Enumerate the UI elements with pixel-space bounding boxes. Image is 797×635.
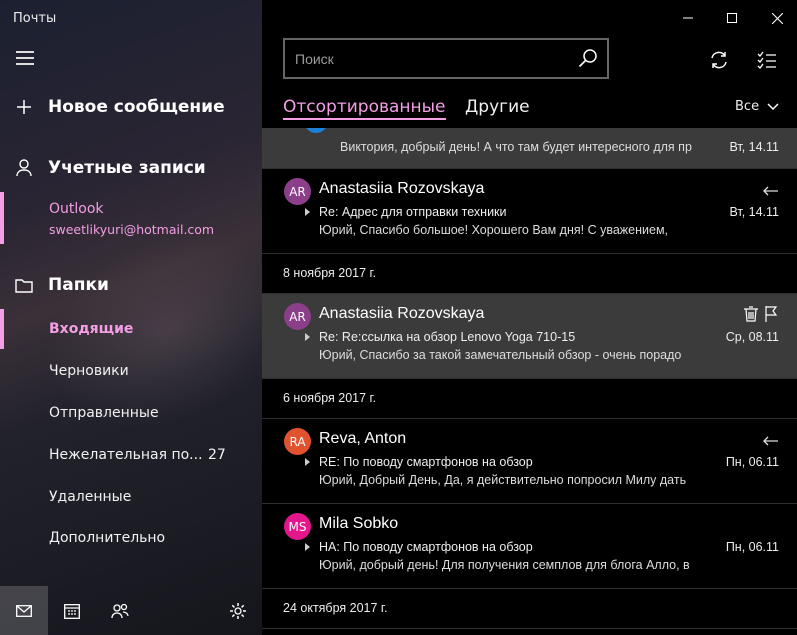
search-box: [283, 38, 609, 79]
mail-icon: [16, 604, 32, 617]
message-subject: HA: По поводу смартфонов на обзор: [305, 540, 533, 554]
message-sender: Anastasiia Rozovskaya: [319, 305, 485, 322]
message-item[interactable]: AR Anastasiia Rozovskaya Re: Адрес для о…: [262, 169, 797, 254]
maximize-icon: [727, 13, 737, 23]
folder-selected-indicator: [0, 309, 4, 349]
app-title: Почты: [13, 11, 57, 26]
avatar: RA: [284, 428, 311, 455]
folder-more[interactable]: Дополнительно: [49, 530, 165, 546]
message-item[interactable]: Виктория, добрый день! А что там будет и…: [262, 128, 797, 169]
trash-icon: [744, 306, 758, 322]
message-preview: Юрий, Спасибо за такой замечательный обз…: [319, 348, 682, 362]
message-item[interactable]: AR Anastasiia Rozovskaya Re: Re:ссылка н…: [262, 294, 797, 379]
flag-button[interactable]: [765, 306, 778, 326]
close-button[interactable]: [762, 8, 792, 28]
plus-icon: [0, 99, 48, 115]
message-item[interactable]: RA Reva, Anton RE: По поводу смартфонов …: [262, 419, 797, 504]
minimize-icon: [683, 17, 693, 19]
search-button[interactable]: [578, 48, 598, 72]
message-preview: Виктория, добрый день! А что там будет и…: [340, 140, 692, 154]
folder-icon: [0, 278, 48, 293]
hamburger-menu-icon[interactable]: [16, 51, 34, 65]
new-message-label: Новое сообщение: [48, 97, 225, 117]
message-preview: Юрий, Спасибо большое! Хорошего Вам дня!…: [319, 223, 669, 237]
message-subject: Re: Адрес для отправки техники: [305, 205, 507, 219]
avatar: MS: [284, 513, 311, 540]
gear-icon: [230, 602, 246, 619]
message-date: Ср, 08.11: [725, 330, 779, 344]
folder-deleted[interactable]: Удаленные: [49, 489, 131, 505]
flag-icon: [765, 306, 778, 322]
calendar-icon: [64, 603, 80, 619]
tab-other[interactable]: Другие: [465, 97, 530, 117]
message-list: Виктория, добрый день! А что там будет и…: [262, 128, 797, 635]
avatar: AR: [284, 178, 311, 205]
date-group-header: 8 ноября 2017 г.: [262, 254, 797, 294]
folders-label: Папки: [48, 275, 109, 295]
message-date: Вт, 14.11: [729, 205, 779, 219]
message-sender: Anastasiia Rozovskaya: [319, 180, 485, 197]
folder-sent[interactable]: Отправленные: [49, 405, 159, 421]
message-sender: Mila Sobko: [319, 515, 399, 532]
calendar-nav-button[interactable]: [48, 586, 96, 635]
maximize-button[interactable]: [717, 8, 747, 28]
new-message-button[interactable]: Новое сообщение: [0, 94, 225, 120]
folder-drafts[interactable]: Черновики: [49, 363, 129, 379]
search-icon: [578, 49, 597, 68]
close-icon: [771, 12, 783, 24]
avatar: AR: [284, 303, 311, 330]
folder-inbox[interactable]: Входящие: [49, 321, 133, 337]
main-pane: Отсортированные Другие Все Виктория, доб…: [262, 0, 797, 635]
message-subject: Re: Re:ссылка на обзор Lenovo Yoga 710-1…: [305, 330, 575, 344]
accounts-header[interactable]: Учетные записи: [0, 155, 206, 181]
search-input[interactable]: [295, 49, 565, 69]
person-icon: [0, 159, 48, 177]
folder-junk[interactable]: Нежелательная по...: [49, 447, 203, 463]
filter-dropdown[interactable]: Все: [735, 99, 779, 114]
bottom-nav: [0, 586, 262, 635]
settings-nav-button[interactable]: [214, 586, 262, 635]
message-sender: Reva, Anton: [319, 430, 407, 447]
message-date: Пн, 06.11: [725, 540, 779, 554]
avatar: [304, 128, 328, 133]
chevron-down-icon: [767, 102, 779, 110]
folder-junk-count: 27: [208, 447, 226, 463]
accounts-label: Учетные записи: [48, 158, 206, 178]
mail-nav-button[interactable]: [0, 586, 48, 635]
minimize-button[interactable]: [673, 8, 703, 28]
message-date: Вт, 14.11: [729, 140, 779, 154]
account-name: Outlook: [49, 201, 104, 217]
date-group-header: 24 октября 2017 г.: [262, 589, 797, 629]
people-icon: [111, 603, 129, 618]
delete-button[interactable]: [744, 306, 758, 326]
date-group-header: 6 ноября 2017 г.: [262, 379, 797, 419]
sync-icon: [711, 51, 727, 69]
replied-icon: [762, 181, 778, 200]
replied-icon: [762, 431, 778, 450]
message-subject: RE: По поводу смартфонов на обзор: [305, 455, 533, 469]
message-preview: Юрий, Добрый День, Да, я действительно п…: [319, 473, 687, 487]
account-email: sweetlikyuri@hotmail.com: [49, 222, 215, 237]
sidebar: Почты Новое сообщение Учетные записи Out…: [0, 0, 262, 635]
filter-label: Все: [735, 99, 760, 114]
sync-button[interactable]: [705, 46, 733, 74]
message-item[interactable]: MS Mila Sobko HA: По поводу смартфонов н…: [262, 504, 797, 589]
selection-mode-button[interactable]: [753, 46, 781, 74]
people-nav-button[interactable]: [96, 586, 144, 635]
folders-header[interactable]: Папки: [0, 272, 109, 298]
account-selected-indicator: [0, 192, 4, 244]
message-date: Пн, 06.11: [725, 455, 779, 469]
message-preview: Юрий, добрый день! Для получения семплов…: [319, 558, 690, 572]
checklist-icon: [757, 51, 776, 69]
tab-focused[interactable]: Отсортированные: [283, 97, 446, 120]
